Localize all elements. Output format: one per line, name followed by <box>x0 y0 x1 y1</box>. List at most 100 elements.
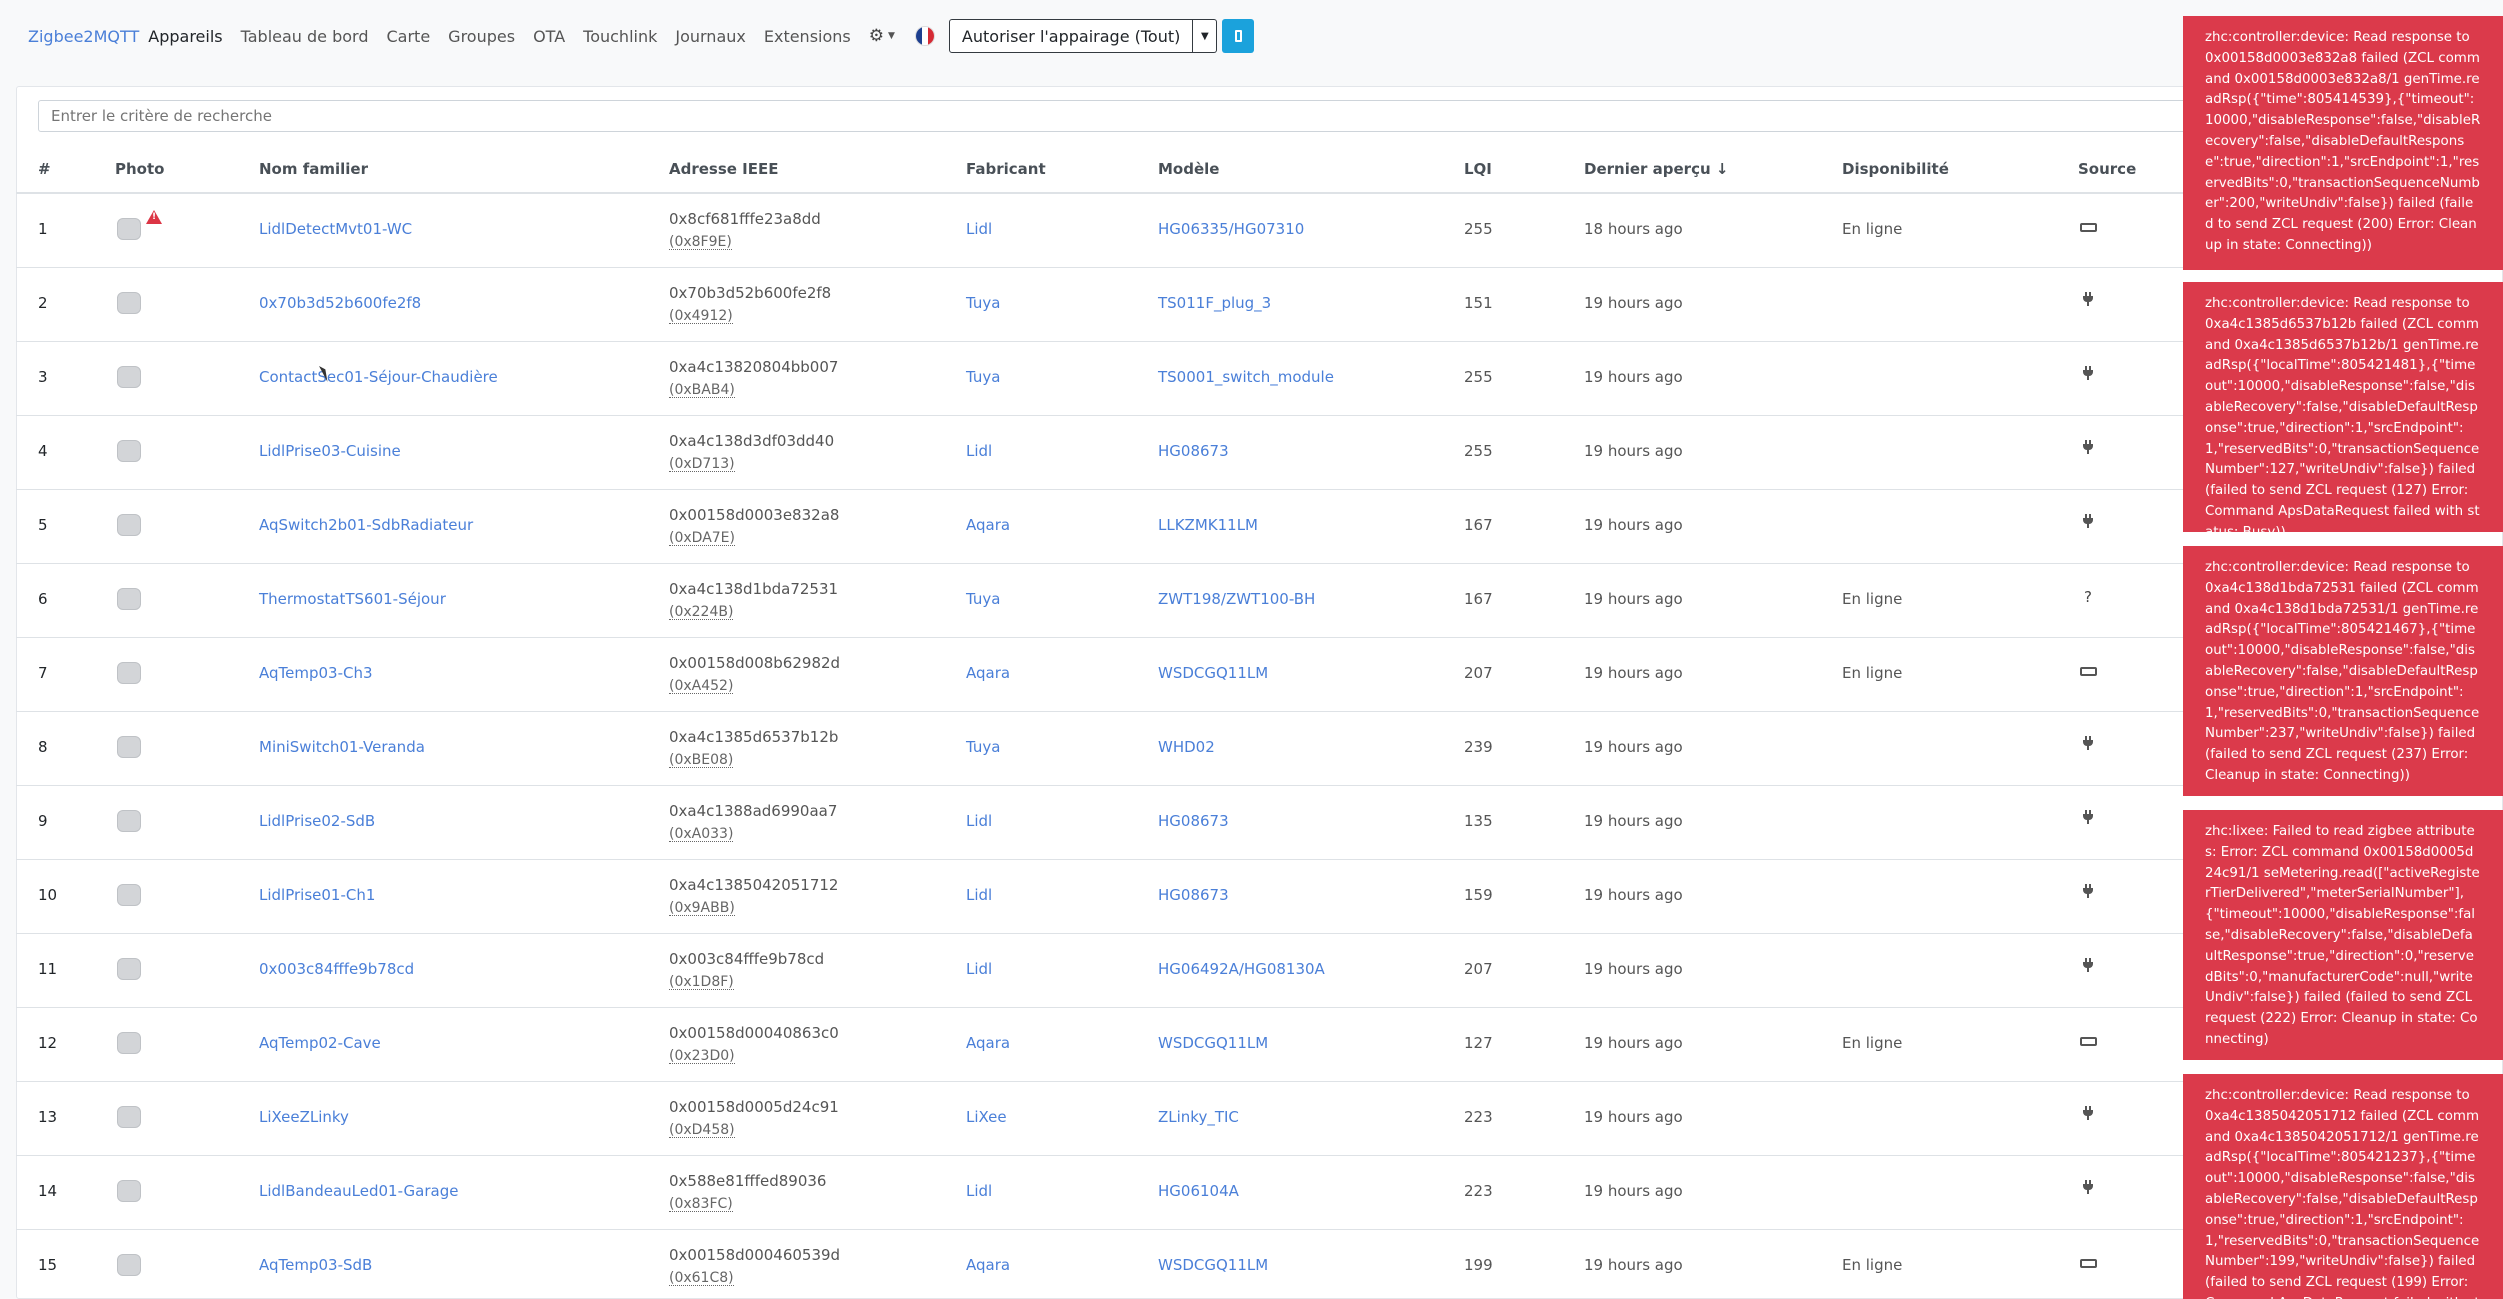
nav-logs[interactable]: Journaux <box>675 27 746 46</box>
brand-link[interactable]: Zigbee2MQTT <box>28 27 139 46</box>
model-link[interactable]: TS011F_plug_3 <box>1158 294 1271 312</box>
nav-map[interactable]: Carte <box>387 27 431 46</box>
device-name-link[interactable]: ContactSec01-Séjour-Chaudière <box>259 368 498 386</box>
error-toast[interactable]: zhc:controller:device: Read response to … <box>2183 546 2503 796</box>
device-name-link[interactable]: MiniSwitch01-Veranda <box>259 738 425 756</box>
nav-groups[interactable]: Groupes <box>448 27 515 46</box>
lqi-value: 223 <box>1464 1182 1493 1200</box>
manufacturer-link[interactable]: Tuya <box>966 368 1000 386</box>
manufacturer-link[interactable]: Aqara <box>966 1256 1010 1274</box>
permit-join-dropdown-icon[interactable]: ▼ <box>1193 19 1218 53</box>
manufacturer-link[interactable]: Tuya <box>966 738 1000 756</box>
network-address: (0xD458) <box>669 1122 735 1138</box>
manufacturer-link[interactable]: Lidl <box>966 960 992 978</box>
error-toast[interactable]: zhc:controller:device: Read response to … <box>2183 282 2503 532</box>
ieee-address: 0xa4c1385042051712 <box>669 876 839 894</box>
manufacturer-link[interactable]: Aqara <box>966 516 1010 534</box>
header-source[interactable]: Source <box>2078 160 2136 178</box>
row-number: 3 <box>38 368 48 386</box>
question-icon: ? <box>2084 588 2092 606</box>
model-link[interactable]: HG08673 <box>1158 812 1229 830</box>
manufacturer-link[interactable]: Aqara <box>966 1034 1010 1052</box>
device-name-link[interactable]: LidlPrise02-SdB <box>259 812 375 830</box>
device-name-link[interactable]: AqSwitch2b01-SdbRadiateur <box>259 516 473 534</box>
plug-icon <box>2078 366 2098 384</box>
device-image-icon <box>117 440 141 462</box>
header-ieee[interactable]: Adresse IEEE <box>669 160 779 178</box>
device-name-link[interactable]: LidlBandeauLed01-Garage <box>259 1182 458 1200</box>
manufacturer-link[interactable]: Lidl <box>966 442 992 460</box>
manufacturer-link[interactable]: LiXee <box>966 1108 1007 1126</box>
header-lqi[interactable]: LQI <box>1464 160 1492 178</box>
model-link[interactable]: HG06104A <box>1158 1182 1239 1200</box>
ieee-address: 0xa4c138d3df03dd40 <box>669 432 835 450</box>
device-name-link[interactable]: ThermostatTS601-Séjour <box>259 590 446 608</box>
error-toast[interactable]: zhc:controller:device: Read response to … <box>2183 1074 2503 1299</box>
device-photo <box>112 878 146 912</box>
device-image-icon <box>117 1180 141 1202</box>
device-name-link[interactable]: LidlDetectMvt01-WC <box>259 220 412 238</box>
model-link[interactable]: ZLinky_TIC <box>1158 1108 1239 1126</box>
device-name-link[interactable]: LidlPrise01-Ch1 <box>259 886 375 904</box>
device-name-link[interactable]: LiXeeZLinky <box>259 1108 349 1126</box>
search-input[interactable] <box>38 100 2503 132</box>
ieee-address: 0x003c84fffe9b78cd <box>669 950 825 968</box>
model-link[interactable]: HG06492A/HG08130A <box>1158 960 1325 978</box>
nav-ota[interactable]: OTA <box>533 27 565 46</box>
table-row: 13 LiXeeZLinky 0x00158d0005d24c91 (0xD458) L… <box>16 1082 2503 1156</box>
model-link[interactable]: WSDCGQ11LM <box>1158 1256 1268 1274</box>
device-name-link[interactable]: AqTemp03-Ch3 <box>259 664 373 682</box>
device-name-link[interactable]: AqTemp03-SdB <box>259 1256 372 1274</box>
model-link[interactable]: TS0001_switch_module <box>1158 368 1334 386</box>
settings-chevron-down-icon[interactable]: ▼ <box>888 31 895 41</box>
manufacturer-link[interactable]: Tuya <box>966 590 1000 608</box>
warning-icon <box>146 210 162 224</box>
device-name-link[interactable]: 0x003c84fffe9b78cd <box>259 960 414 978</box>
last-seen: 19 hours ago <box>1584 886 1683 904</box>
manufacturer-link[interactable]: Lidl <box>966 812 992 830</box>
manufacturer-link[interactable]: Lidl <box>966 220 992 238</box>
ieee-address: 0xa4c13820804bb007 <box>669 358 839 376</box>
nav-touchlink[interactable]: Touchlink <box>583 27 657 46</box>
device-name-link[interactable]: LidlPrise03-Cuisine <box>259 442 401 460</box>
manufacturer-link[interactable]: Aqara <box>966 664 1010 682</box>
error-toast[interactable]: zhc:lixee: Failed to read zigbee attribu… <box>2183 810 2503 1060</box>
device-photo <box>112 952 146 986</box>
availability-status: En ligne <box>1842 664 1903 682</box>
ieee-address: 0x00158d008b62982d <box>669 654 841 672</box>
model-link[interactable]: HG06335/HG07310 <box>1158 220 1304 238</box>
last-seen: 19 hours ago <box>1584 1256 1683 1274</box>
settings-gear-icon[interactable]: ⚙ <box>869 26 884 46</box>
manufacturer-link[interactable]: Lidl <box>966 886 992 904</box>
header-model[interactable]: Modèle <box>1158 160 1219 178</box>
nav-devices[interactable]: Appareils <box>148 27 222 46</box>
model-link[interactable]: LLKZMK11LM <box>1158 516 1258 534</box>
row-number: 4 <box>38 442 48 460</box>
permit-join-button[interactable]: Autoriser l'appairage (Tout) <box>948 19 1194 53</box>
model-link[interactable]: WHD02 <box>1158 738 1215 756</box>
header-last-seen[interactable]: Dernier aperçu ↓ <box>1584 160 1728 178</box>
nav-dashboard[interactable]: Tableau de bord <box>241 27 369 46</box>
language-flag-icon[interactable] <box>914 26 935 46</box>
plug-icon <box>2078 884 2098 902</box>
model-link[interactable]: HG08673 <box>1158 442 1229 460</box>
ieee-address: 0x8cf681fffe23a8dd <box>669 210 821 228</box>
model-link[interactable]: ZWT198/ZWT100-BH <box>1158 590 1315 608</box>
model-link[interactable]: HG08673 <box>1158 886 1229 904</box>
header-name[interactable]: Nom familier <box>259 160 368 178</box>
model-link[interactable]: WSDCGQ11LM <box>1158 664 1268 682</box>
manufacturer-link[interactable]: Lidl <box>966 1182 992 1200</box>
header-number[interactable]: # <box>38 160 51 178</box>
device-name-link[interactable]: AqTemp02-Cave <box>259 1034 381 1052</box>
ieee-address: 0xa4c138d1bda72531 <box>669 580 839 598</box>
last-seen: 19 hours ago <box>1584 368 1683 386</box>
permit-join-timer-button[interactable] <box>1222 19 1255 53</box>
header-manufacturer[interactable]: Fabricant <box>966 160 1046 178</box>
error-toast[interactable]: zhc:controller:device: Read response to … <box>2183 16 2503 270</box>
header-photo[interactable]: Photo <box>115 160 164 178</box>
model-link[interactable]: WSDCGQ11LM <box>1158 1034 1268 1052</box>
device-name-link[interactable]: 0x70b3d52b600fe2f8 <box>259 294 421 312</box>
manufacturer-link[interactable]: Tuya <box>966 294 1000 312</box>
header-availability[interactable]: Disponibilité <box>1842 160 1949 178</box>
nav-extensions[interactable]: Extensions <box>764 27 851 46</box>
